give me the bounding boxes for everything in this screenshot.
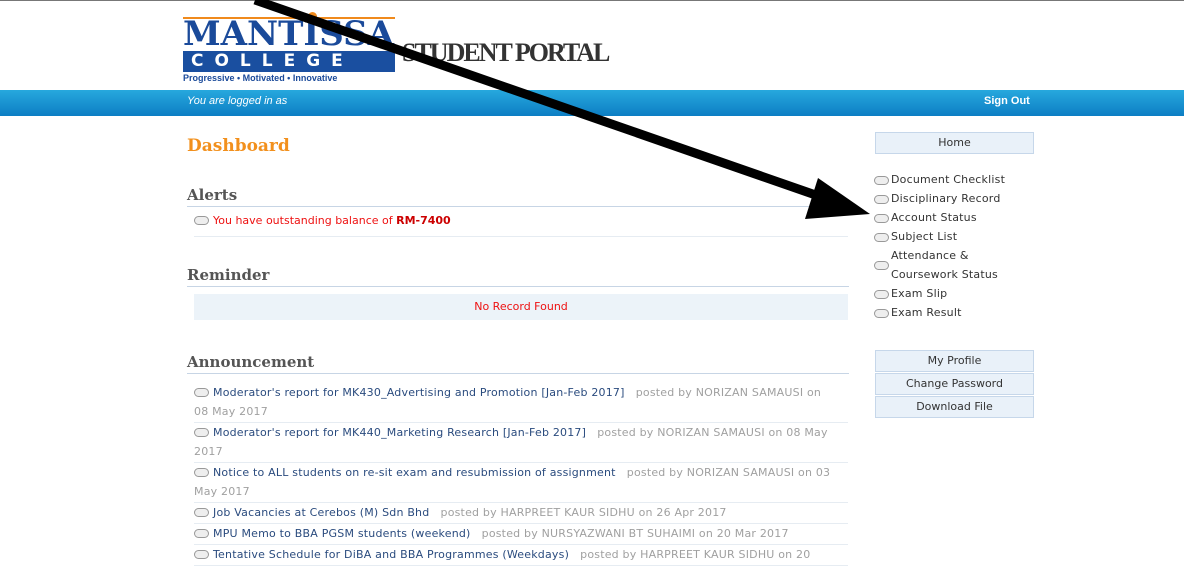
announcement-heading: Announcement xyxy=(187,353,849,374)
announcement-item[interactable]: Moderator's report for MK430_Advertising… xyxy=(194,383,848,423)
sidebar-item-exam-result[interactable]: Exam Result xyxy=(874,303,1044,322)
announcement-title[interactable]: Moderator's report for MK440_Marketing R… xyxy=(213,426,586,439)
sidebar-item-label: Disciplinary Record xyxy=(891,192,1001,205)
my-profile-button[interactable]: My Profile xyxy=(875,350,1034,372)
announcement-title[interactable]: MPU Memo to BBA PGSM students (weekend) xyxy=(213,527,471,540)
announcement-item[interactable]: Job Vacancies at Cerebos (M) Sdn Bhd pos… xyxy=(194,503,848,524)
bullet-icon xyxy=(874,290,889,299)
alert-message: You have outstanding balance of xyxy=(213,214,393,227)
sidebar-item-label: Exam Result xyxy=(891,306,962,319)
announcement-meta: posted by HARPREET KAUR SIDHU on 20 xyxy=(580,548,811,561)
logged-in-text: You are logged in as xyxy=(187,95,288,107)
alerts-heading: Alerts xyxy=(187,186,849,207)
reminder-empty-message: No Record Found xyxy=(194,294,848,320)
bullet-icon xyxy=(874,233,889,242)
sidebar-item-label: Account Status xyxy=(891,211,977,224)
top-rule xyxy=(0,0,1184,1)
bullet-icon xyxy=(194,427,209,437)
alert-item[interactable]: You have outstanding balance of RM-7400 xyxy=(194,214,848,237)
page-title: Dashboard xyxy=(187,136,290,156)
announcement-title[interactable]: Job Vacancies at Cerebos (M) Sdn Bhd xyxy=(213,506,429,519)
bullet-icon xyxy=(194,387,209,397)
bullet-icon xyxy=(194,528,209,538)
college-logo: MANTISSA COLLEGE Progressive • Motivated… xyxy=(183,12,395,83)
announcement-item[interactable]: Moderator's report for MK440_Marketing R… xyxy=(194,423,848,463)
bullet-icon xyxy=(874,195,889,204)
alert-amount: RM-7400 xyxy=(396,214,451,227)
announcement-title[interactable]: Moderator's report for MK430_Advertising… xyxy=(213,386,625,399)
sidebar-item-account-status[interactable]: Account Status xyxy=(874,208,1044,227)
sidebar-item-label: Exam Slip xyxy=(891,287,948,300)
logo-tagline: Progressive • Motivated • Innovative xyxy=(183,73,338,83)
sidebar-item-label: Subject List xyxy=(891,230,958,243)
portal-title: STUDENT PORTAL xyxy=(402,38,610,67)
bullet-icon xyxy=(194,467,209,477)
announcement-item[interactable]: Notice to ALL students on re-sit exam an… xyxy=(194,463,848,503)
announcement-list: Moderator's report for MK430_Advertising… xyxy=(194,383,848,566)
logo-college-word: COLLEGE xyxy=(183,51,395,72)
bullet-icon xyxy=(194,215,209,225)
announcement-title[interactable]: Notice to ALL students on re-sit exam an… xyxy=(213,466,616,479)
sidebar-item-attendance[interactable]: Attendance & Coursework Status xyxy=(874,246,1031,284)
announcement-item[interactable]: Tentative Schedule for DiBA and BBA Prog… xyxy=(194,545,848,566)
logo-mantissa-word: MANTISSA xyxy=(183,14,395,54)
sidebar-item-label: Document Checklist xyxy=(891,173,1006,186)
reminder-heading: Reminder xyxy=(187,266,849,287)
bullet-icon xyxy=(874,309,889,318)
sidebar-item-label: Attendance & Coursework Status xyxy=(891,249,998,281)
change-password-button[interactable]: Change Password xyxy=(875,373,1034,395)
bullet-icon xyxy=(194,507,209,517)
announcement-item[interactable]: MPU Memo to BBA PGSM students (weekend) … xyxy=(194,524,848,545)
sidebar-item-subject-list[interactable]: Subject List xyxy=(874,227,1044,246)
announcement-meta: posted by NURSYAZWANI BT SUHAIMI on 20 M… xyxy=(481,527,789,540)
bullet-icon xyxy=(194,549,209,559)
announcement-title[interactable]: Tentative Schedule for DiBA and BBA Prog… xyxy=(213,548,569,561)
sidebar-item-document-checklist[interactable]: Document Checklist xyxy=(874,170,1044,189)
bullet-icon xyxy=(874,214,889,223)
sign-out-link[interactable]: Sign Out xyxy=(984,95,1030,107)
sidebar-item-disciplinary-record[interactable]: Disciplinary Record xyxy=(874,189,1044,208)
sidebar-item-exam-slip[interactable]: Exam Slip xyxy=(874,284,1044,303)
download-file-button[interactable]: Download File xyxy=(875,396,1034,418)
sidebar-nav: Document Checklist Disciplinary Record A… xyxy=(874,170,1044,322)
bullet-icon xyxy=(874,261,889,270)
bullet-icon xyxy=(874,176,889,185)
home-button[interactable]: Home xyxy=(875,132,1034,154)
announcement-meta: posted by HARPREET KAUR SIDHU on 26 Apr … xyxy=(440,506,727,519)
